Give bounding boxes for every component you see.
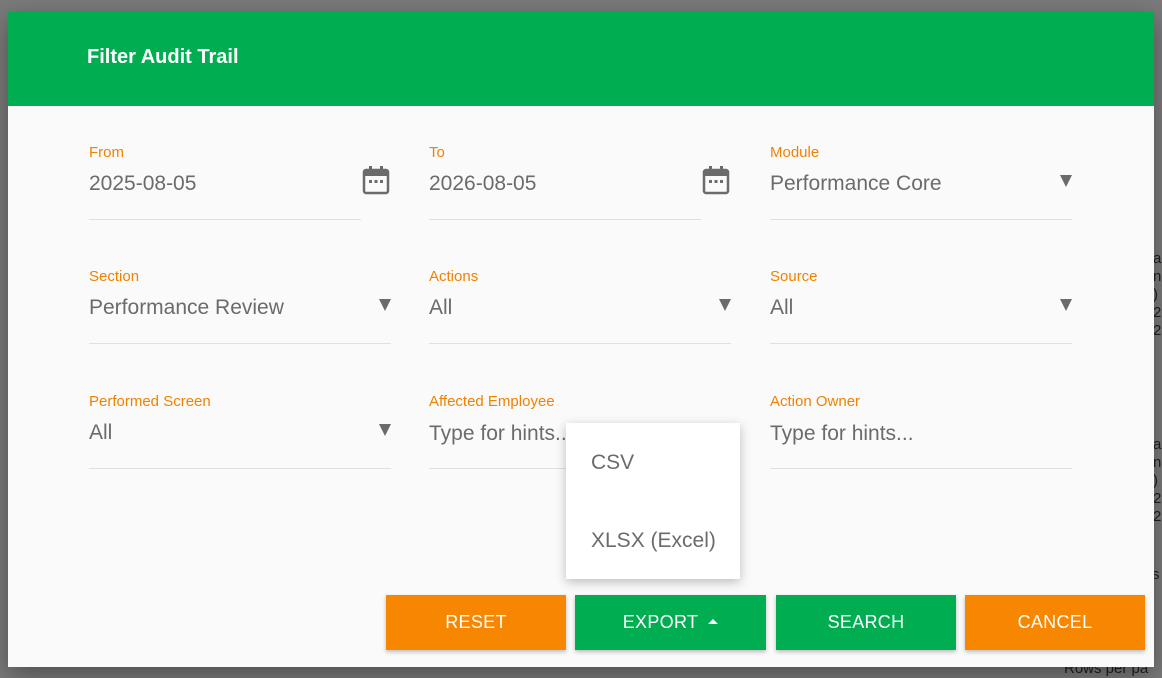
caret-up-icon: [708, 619, 719, 624]
performed-screen-value[interactable]: All: [89, 421, 112, 445]
field-underline: [89, 343, 391, 344]
background-text: a: [1153, 250, 1162, 267]
module-label: Module: [770, 144, 820, 161]
field-underline: [770, 219, 1072, 220]
background-text: 2: [1153, 322, 1162, 339]
export-button-label: EXPORT: [622, 612, 699, 632]
field-underline: [770, 343, 1072, 344]
actions-value[interactable]: All: [429, 296, 452, 320]
field-underline: [89, 219, 361, 220]
background-text: a: [1153, 436, 1162, 453]
export-button[interactable]: EXPORT: [575, 595, 766, 650]
cancel-button-label: CANCEL: [1017, 612, 1093, 632]
from-date-field[interactable]: From 2025-08-05: [89, 144, 391, 240]
to-date-value[interactable]: 2026-08-05: [429, 172, 536, 196]
actions-label: Actions: [429, 268, 479, 285]
dialog-header: Filter Audit Trail: [8, 12, 1154, 106]
export-xlsx-option[interactable]: XLSX (Excel): [591, 529, 716, 553]
to-label: To: [429, 144, 445, 161]
dialog-title: Filter Audit Trail: [87, 46, 239, 68]
background-text: n: [1153, 454, 1162, 471]
calendar-icon[interactable]: [701, 164, 731, 196]
cancel-button[interactable]: CANCEL: [965, 595, 1145, 650]
action-owner-input[interactable]: [770, 417, 1060, 451]
from-label: From: [89, 144, 124, 161]
background-text: 2: [1153, 490, 1162, 507]
search-button-label: SEARCH: [827, 612, 905, 632]
section-label: Section: [89, 268, 140, 285]
background-text: 2: [1153, 304, 1162, 321]
module-select[interactable]: Module Performance Core: [770, 144, 1072, 240]
source-label: Source: [770, 268, 818, 285]
section-select[interactable]: Section Performance Review: [89, 268, 391, 364]
source-value[interactable]: All: [770, 296, 793, 320]
calendar-icon[interactable]: [361, 164, 391, 196]
module-value[interactable]: Performance Core: [770, 172, 942, 196]
dropdown-arrow-icon[interactable]: [379, 424, 391, 436]
dropdown-arrow-icon[interactable]: [1060, 299, 1072, 311]
field-underline: [429, 219, 701, 220]
dropdown-arrow-icon[interactable]: [1060, 175, 1072, 187]
action-owner-label: Action Owner: [770, 393, 861, 410]
field-underline: [429, 343, 731, 344]
export-csv-option[interactable]: CSV: [591, 451, 634, 475]
field-underline: [89, 468, 391, 469]
dropdown-arrow-icon[interactable]: [719, 299, 731, 311]
actions-select[interactable]: Actions All: [429, 268, 731, 364]
reset-button[interactable]: RESET: [386, 595, 566, 650]
field-underline: [770, 468, 1072, 469]
action-owner-field[interactable]: Action Owner: [770, 393, 1072, 489]
background-text: n: [1153, 268, 1162, 285]
export-menu: CSV XLSX (Excel): [566, 423, 740, 579]
performed-screen-select[interactable]: Performed Screen All: [89, 393, 391, 489]
reset-button-label: RESET: [445, 612, 507, 632]
dropdown-arrow-icon[interactable]: [379, 299, 391, 311]
search-button[interactable]: SEARCH: [776, 595, 956, 650]
from-date-value[interactable]: 2025-08-05: [89, 172, 196, 196]
performed-screen-label: Performed Screen: [89, 393, 211, 410]
to-date-field[interactable]: To 2026-08-05: [429, 144, 731, 240]
section-value[interactable]: Performance Review: [89, 296, 284, 320]
background-text: 2: [1153, 508, 1162, 525]
affected-employee-label: Affected Employee: [429, 393, 555, 410]
source-select[interactable]: Source All: [770, 268, 1072, 364]
